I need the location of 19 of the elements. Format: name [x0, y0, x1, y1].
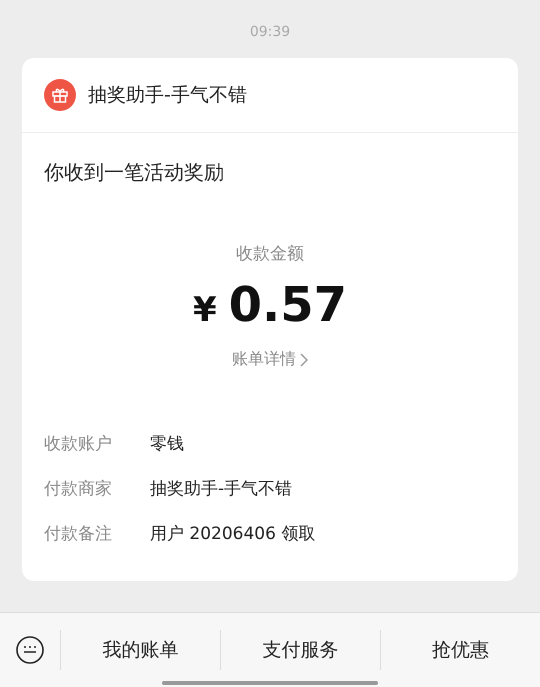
menu-item[interactable]: 抢优惠: [380, 630, 540, 670]
timestamp: 09:39: [250, 24, 290, 40]
amount-label: 收款金额: [236, 243, 304, 265]
currency-sign: ¥: [192, 290, 217, 330]
sender-name: 抽奖助手-手气不错: [88, 83, 247, 108]
detail-value: 抽奖助手-手气不错: [150, 478, 292, 500]
detail-value: 零钱: [150, 433, 184, 455]
detail-label: 付款备注: [44, 523, 113, 545]
amount-value: 0.57: [228, 277, 348, 333]
detail-label: 收款账户: [44, 433, 113, 455]
menu-item[interactable]: 支付服务: [220, 630, 380, 670]
chevron-right-icon: [300, 352, 308, 366]
menu-item[interactable]: 我的账单: [60, 630, 220, 670]
bill-details-link[interactable]: 账单详情: [232, 349, 308, 370]
keyboard-icon[interactable]: [15, 635, 45, 665]
detail-value: 用户 20206406 领取: [150, 523, 316, 545]
gift-icon: [44, 79, 76, 111]
detail-label: 付款商家: [44, 478, 113, 500]
message-title: 你收到一笔活动奖励: [43, 159, 225, 186]
